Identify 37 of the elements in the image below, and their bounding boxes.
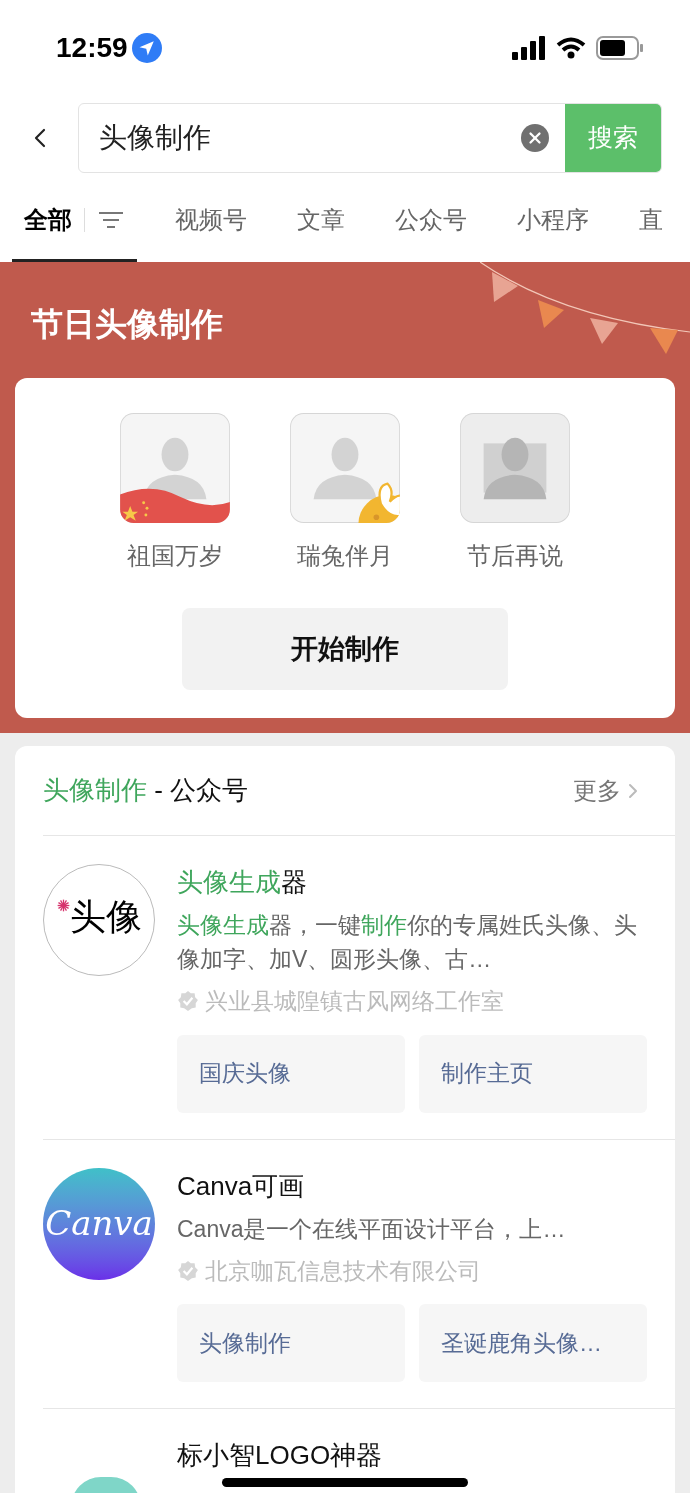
template-label[interactable]: 瑞兔伴月 (297, 538, 393, 574)
account-description: 头像生成器，一键制作你的专属姓氏头像、头像加字、加V、圆形头像、古… (177, 911, 638, 974)
flower-icon (56, 899, 70, 912)
clear-icon[interactable] (521, 123, 549, 152)
quick-link[interactable]: 头像制作 (177, 1304, 405, 1382)
signal-icon (512, 35, 546, 60)
clock: 12:59 (56, 30, 128, 65)
category-tab[interactable]: 直 (627, 180, 675, 262)
template-label[interactable]: 节后再说 (467, 538, 563, 574)
category-tab[interactable]: 公众号 (383, 180, 479, 262)
account-description: Canva是一个在线平面设计平台，上… (177, 1214, 567, 1244)
logo-text: Canva (45, 1202, 153, 1245)
quick-link[interactable]: 圣诞鹿角头像… (419, 1304, 647, 1382)
section-title: 头像制作 - 公众号 (43, 774, 249, 807)
logo-text: 头像 (69, 895, 142, 939)
banner-title: 节日头像制作 (30, 305, 224, 344)
account-owner: 兴业县城隍镇古风网络工作室 (205, 987, 504, 1016)
avatar-template-icon (119, 412, 231, 524)
avatar-template-icon (459, 412, 571, 524)
filter-icon[interactable] (97, 209, 125, 230)
category-tab[interactable]: 文章 (285, 180, 357, 262)
category-tab[interactable]: 小程序 (505, 180, 601, 262)
search-field[interactable]: 头像制作 搜索 (78, 102, 662, 173)
battery-icon (596, 35, 644, 60)
template-label[interactable]: 祖国万岁 (127, 538, 223, 574)
wifi-icon (556, 36, 586, 59)
location-icon (131, 32, 162, 63)
avatar-template-icon (289, 412, 401, 524)
category-tab[interactable]: 视频号 (163, 180, 259, 262)
quick-link[interactable]: 制作主页 (419, 1034, 647, 1113)
quick-link[interactable]: 国庆头像 (177, 1034, 405, 1113)
start-button[interactable]: 开始制作 (182, 608, 508, 690)
account-name[interactable]: 头像生成器 (177, 864, 307, 900)
account-name[interactable]: Canva可画 (177, 1167, 305, 1204)
more-link[interactable]: 更多 (573, 772, 621, 809)
account-name[interactable]: 标小智LOGO神器 (177, 1437, 383, 1473)
account-owner: 北京咖瓦信息技术有限公司 (205, 1256, 481, 1286)
